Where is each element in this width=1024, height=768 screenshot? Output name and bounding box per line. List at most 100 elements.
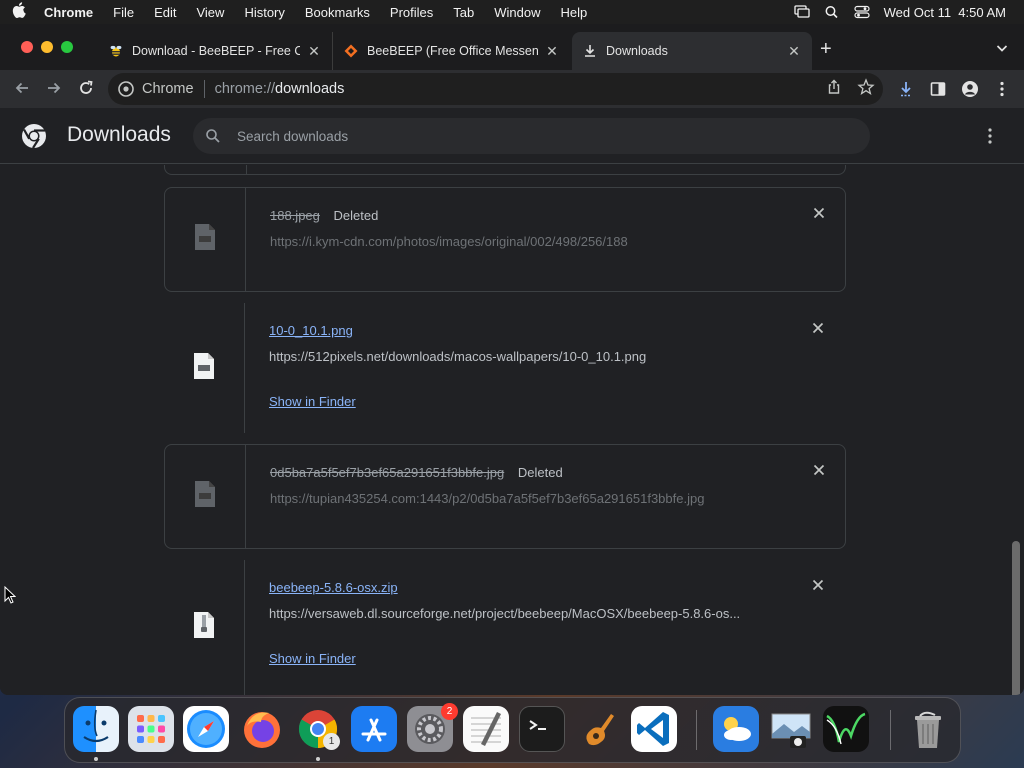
previous-card-edge <box>164 165 846 175</box>
app-store-icon[interactable] <box>351 706 397 752</box>
page-title: Downloads <box>67 123 171 146</box>
url-host: downloads <box>275 81 345 97</box>
tab-search-chevron-icon[interactable] <box>994 40 1010 56</box>
close-window-button[interactable] <box>21 41 33 53</box>
macos-dock: 1 2 <box>64 697 961 763</box>
screen-mirroring-icon[interactable] <box>793 5 810 19</box>
file-name-row: 188.jpeg Deleted <box>270 208 378 223</box>
file-url[interactable]: https://512pixels.net/downloads/macos-wa… <box>269 349 646 364</box>
preview-icon[interactable] <box>768 706 814 752</box>
file-icon-column <box>165 188 246 291</box>
menu-app-name[interactable]: Chrome <box>38 5 103 20</box>
chrome-site-icon <box>118 81 134 97</box>
file-name: 188.jpeg <box>270 208 320 223</box>
running-indicator <box>94 757 98 761</box>
reload-icon[interactable] <box>76 79 96 99</box>
apple-menu-icon[interactable] <box>0 2 38 22</box>
site-label: Chrome <box>142 81 194 97</box>
minimize-window-button[interactable] <box>41 41 53 53</box>
downloads-toolbar-icon[interactable] <box>897 80 915 98</box>
close-tab-icon[interactable]: ✕ <box>544 43 560 60</box>
file-icon-column <box>164 560 245 695</box>
show-in-finder-link[interactable]: Show in Finder <box>269 394 356 409</box>
file-image-icon <box>194 480 216 513</box>
tab-beebeep-sourceforge[interactable]: BeeBEEP (Free Office Messen ✕ <box>332 32 570 70</box>
settings-notification-badge: 2 <box>441 703 458 720</box>
file-name-link[interactable]: 10-0_10.1.png <box>269 323 353 338</box>
profile-avatar-icon[interactable] <box>961 80 979 98</box>
remove-item-icon[interactable] <box>810 577 826 593</box>
file-url[interactable]: https://versaweb.dl.sourceforge.net/proj… <box>269 606 740 621</box>
bookmark-star-icon[interactable] <box>857 78 875 96</box>
download-item: 188.jpeg Deleted https://i.kym-cdn.com/p… <box>164 187 846 292</box>
launchpad-icon[interactable] <box>128 706 174 752</box>
close-tab-icon[interactable]: ✕ <box>786 43 802 60</box>
chrome-menu-icon[interactable] <box>993 80 1011 98</box>
file-archive-icon <box>193 611 215 644</box>
trash-icon[interactable] <box>905 706 951 752</box>
show-in-finder-link[interactable]: Show in Finder <box>269 651 356 666</box>
safari-icon[interactable] <box>183 706 229 752</box>
browser-toolbar: Chrome chrome:// downloads <box>0 70 1024 108</box>
share-icon[interactable] <box>825 78 843 96</box>
chrome-window: Download - BeeBEEP - Free O ✕ BeeBEEP (F… <box>0 24 1024 695</box>
terminal-icon[interactable] <box>519 706 565 752</box>
back-icon[interactable] <box>12 79 32 99</box>
menu-file[interactable]: File <box>103 5 144 20</box>
spotlight-search-icon[interactable] <box>824 5 840 19</box>
weather-icon[interactable] <box>713 706 759 752</box>
omnibox-divider <box>203 80 205 98</box>
file-name-row: beebeep-5.8.6-osx.zip <box>269 580 398 595</box>
menu-window[interactable]: Window <box>484 5 550 20</box>
menu-history[interactable]: History <box>234 5 294 20</box>
file-image-icon <box>194 223 216 256</box>
forward-icon[interactable] <box>44 79 64 99</box>
remove-item-icon[interactable] <box>810 320 826 336</box>
firefox-icon[interactable] <box>239 706 285 752</box>
menu-profiles[interactable]: Profiles <box>380 5 443 20</box>
url-scheme: chrome:// <box>214 81 276 97</box>
tab-title: Download - BeeBEEP - Free O <box>132 44 300 58</box>
page-scrollbar[interactable] <box>1012 541 1020 695</box>
file-url[interactable]: https://tupian435254.com:1443/p2/0d5ba7a… <box>270 491 704 506</box>
file-url[interactable]: https://i.kym-cdn.com/photos/images/orig… <box>270 234 628 249</box>
close-tab-icon[interactable]: ✕ <box>306 43 322 60</box>
garageband-icon[interactable] <box>575 706 621 752</box>
address-bar[interactable]: Chrome chrome:// downloads <box>108 73 883 105</box>
chrome-logo-icon <box>21 123 47 149</box>
file-name-link[interactable]: beebeep-5.8.6-osx.zip <box>269 580 398 595</box>
activity-monitor-icon[interactable] <box>823 706 869 752</box>
menu-bookmarks[interactable]: Bookmarks <box>295 5 380 20</box>
running-indicator <box>316 757 320 761</box>
menubar-clock[interactable]: Wed Oct 11 4:50 AM <box>884 5 1006 20</box>
tab-title: BeeBEEP (Free Office Messen <box>367 44 538 58</box>
new-tab-icon[interactable]: + <box>820 38 832 61</box>
tab-strip: Download - BeeBEEP - Free O ✕ BeeBEEP (F… <box>0 24 1024 70</box>
remove-item-icon[interactable] <box>811 462 827 478</box>
search-downloads-box[interactable] <box>193 118 870 154</box>
file-name: 0d5ba7a5f5ef7b3ef65a291651f3bbfe.jpg <box>270 465 505 480</box>
menu-edit[interactable]: Edit <box>144 5 186 20</box>
file-image-icon <box>193 352 215 385</box>
downloads-header: Downloads <box>0 108 1024 164</box>
menu-tab[interactable]: Tab <box>443 5 484 20</box>
tab-downloads[interactable]: Downloads ✕ <box>572 32 812 70</box>
side-panel-icon[interactable] <box>929 80 947 98</box>
finder-icon[interactable] <box>73 706 119 752</box>
remove-item-icon[interactable] <box>811 205 827 221</box>
control-center-icon[interactable] <box>854 5 870 19</box>
dock-separator <box>890 710 891 750</box>
download-item: 10-0_10.1.png https://512pixels.net/down… <box>164 303 846 433</box>
search-input[interactable] <box>237 128 817 144</box>
tab-beebeep-download[interactable]: Download - BeeBEEP - Free O ✕ <box>98 32 332 70</box>
textedit-icon[interactable] <box>463 706 509 752</box>
menu-help[interactable]: Help <box>551 5 598 20</box>
vscode-icon[interactable] <box>631 706 677 752</box>
file-icon-column <box>164 303 245 433</box>
file-name-row: 0d5ba7a5f5ef7b3ef65a291651f3bbfe.jpg Del… <box>270 465 563 480</box>
fullscreen-window-button[interactable] <box>61 41 73 53</box>
dock-separator <box>696 710 697 750</box>
menu-view[interactable]: View <box>186 5 234 20</box>
downloads-more-menu-icon[interactable] <box>982 126 998 146</box>
macos-menu-bar: Chrome File Edit View History Bookmarks … <box>0 0 1024 24</box>
